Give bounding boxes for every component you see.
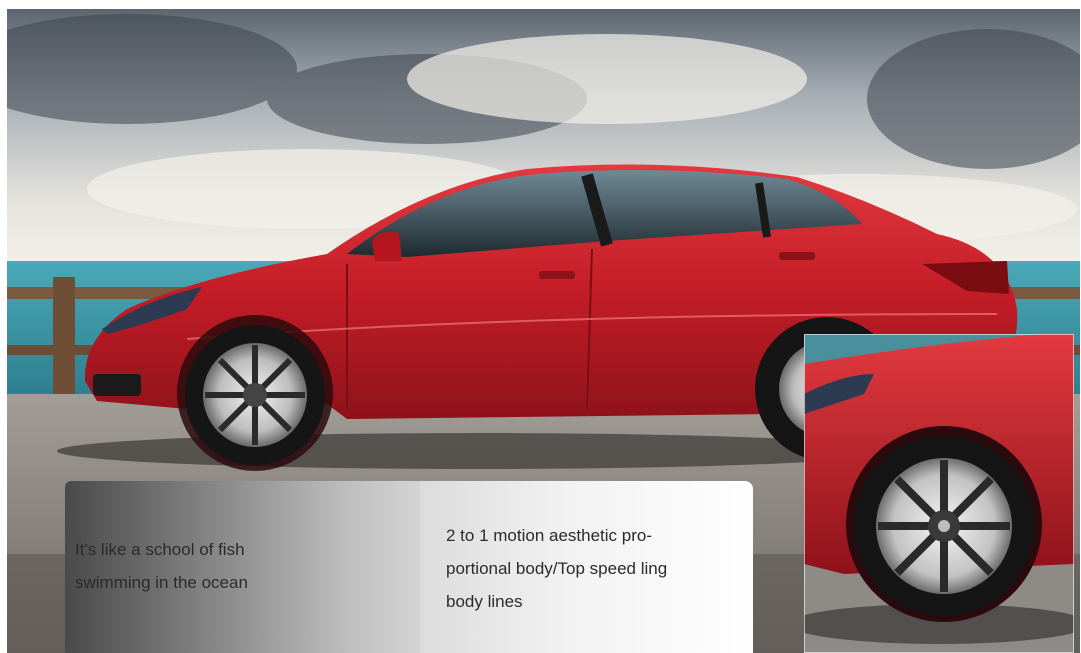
caption-right-line-3: body lines xyxy=(446,592,523,611)
caption-left-line-2: swimming in the ocean xyxy=(75,573,248,592)
caption-right-line-1: 2 to 1 motion aesthetic pro- xyxy=(446,526,653,545)
caption-left: It's like a school of fish swimming in t… xyxy=(75,533,375,599)
hero-banner: It's like a school of fish swimming in t… xyxy=(7,9,1080,653)
caption-right: 2 to 1 motion aesthetic pro- portional b… xyxy=(446,519,736,618)
caption-right-line-2: portional body/Top speed ling xyxy=(446,559,668,578)
inset-border xyxy=(804,334,1074,653)
caption-left-line-1: It's like a school of fish xyxy=(75,540,245,559)
